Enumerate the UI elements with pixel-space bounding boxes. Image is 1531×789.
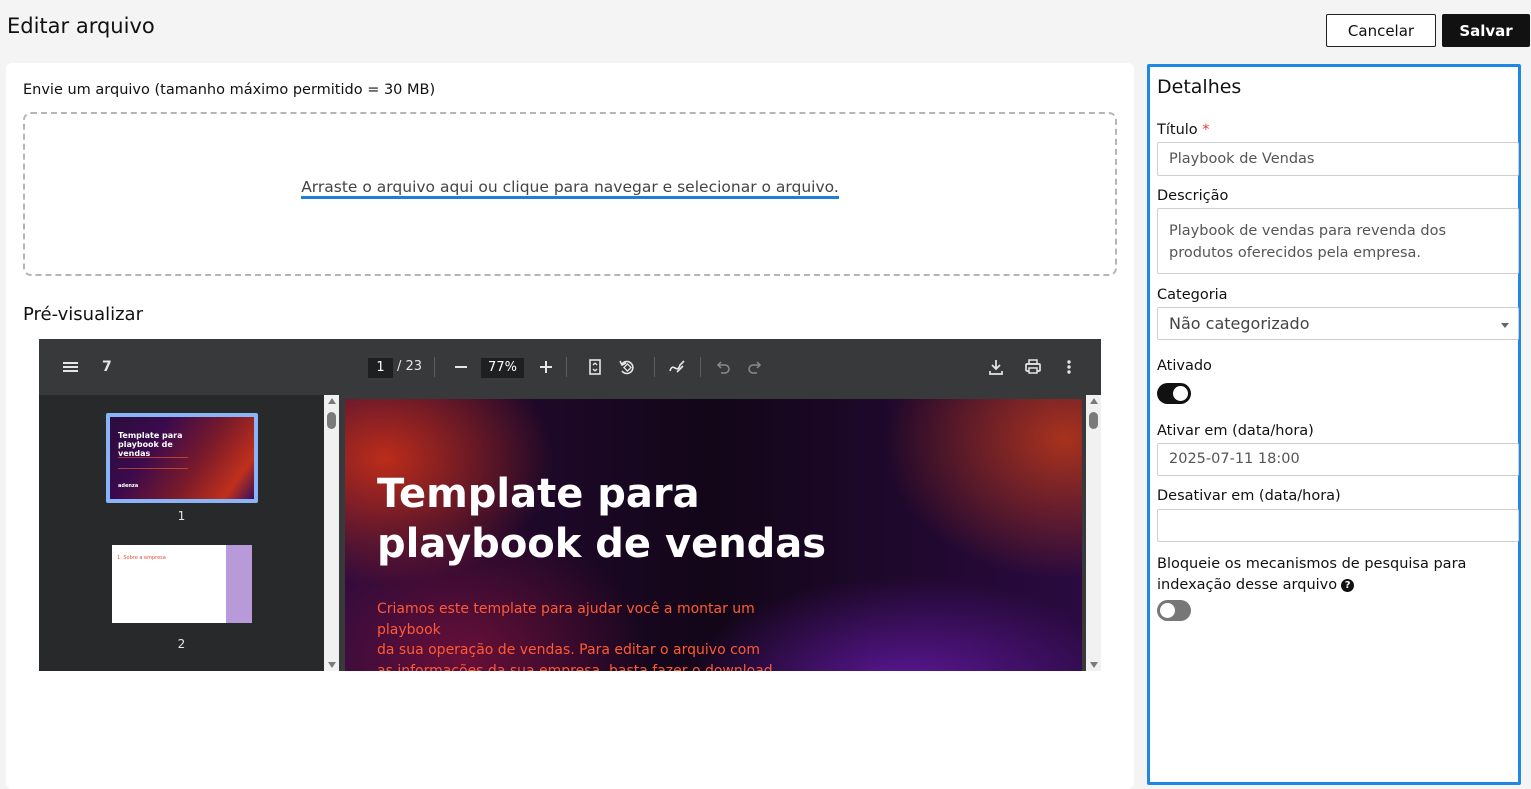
slide-body-line: as informações da sua empresa, basta faz…: [377, 662, 778, 672]
pen-icon[interactable]: [668, 357, 686, 377]
bloquear-label: Bloqueie os mecanismos de pesquisa para …: [1157, 554, 1466, 596]
bloquear-toggle[interactable]: [1157, 600, 1191, 621]
thumbnail-sidebar: Template para playbook de vendas adenza …: [39, 395, 324, 671]
slide-body-line: da sua operação de vendas. Para editar o…: [377, 642, 760, 658]
scroll-up-icon[interactable]: [328, 398, 336, 404]
thumbnail-decoration: [226, 545, 252, 623]
upload-label: Envie um arquivo (tamanho máximo permiti…: [23, 82, 436, 98]
rotate-icon[interactable]: [617, 357, 637, 377]
scrollbar-thumb[interactable]: [327, 412, 336, 429]
cancel-button[interactable]: Cancelar: [1326, 14, 1436, 47]
redo-icon[interactable]: [747, 357, 763, 377]
slide-body: Criamos este template para ajudar você a…: [377, 599, 807, 671]
desativar-label: Desativar em (data/hora): [1157, 488, 1341, 504]
total-pages: / 23: [397, 359, 423, 374]
toolbar-divider: [434, 357, 435, 377]
thumbnail-count: 7: [102, 359, 112, 375]
slide-title-line: playbook de vendas: [377, 521, 827, 567]
scroll-down-icon[interactable]: [328, 662, 336, 668]
page-thumbnail-1[interactable]: Template para playbook de vendas adenza: [106, 413, 258, 503]
more-vertical-icon[interactable]: [1064, 357, 1074, 377]
page-number-input[interactable]: 1: [368, 358, 393, 378]
undo-icon[interactable]: [715, 357, 731, 377]
pdf-toolbar: 7 1 / 23 77%: [39, 339, 1101, 395]
ativado-toggle[interactable]: [1157, 383, 1191, 404]
toolbar-divider: [700, 357, 701, 377]
slide-title-line: Template para: [377, 471, 700, 517]
toggle-knob: [1173, 386, 1188, 401]
page-scrollbar[interactable]: [1086, 395, 1101, 671]
toolbar-divider: [654, 357, 655, 377]
page-thumbnail-2[interactable]: 1. Sobre a empresa: [112, 545, 252, 623]
upload-card: Envie um arquivo (tamanho máximo permiti…: [6, 63, 1134, 789]
minus-icon[interactable]: [454, 357, 468, 377]
titulo-label-text: Título: [1157, 122, 1198, 138]
zoom-level[interactable]: 77%: [481, 358, 524, 378]
scrollbar-thumb[interactable]: [1089, 412, 1098, 429]
details-panel: Detalhes Título * Playbook de Vendas Des…: [1147, 64, 1521, 785]
file-dropzone[interactable]: Arraste o arquivo aqui ou clique para na…: [23, 112, 1117, 276]
preview-label: Pré-visualizar: [23, 304, 143, 325]
thumbnail-number: 1: [177, 509, 186, 523]
plus-icon[interactable]: [539, 357, 553, 377]
toggle-knob: [1160, 603, 1175, 618]
bloquear-label-line: indexação desse arquivo: [1157, 577, 1338, 593]
download-icon[interactable]: [988, 357, 1004, 377]
desativar-datetime-input[interactable]: [1157, 509, 1519, 542]
descricao-textarea[interactable]: Playbook de vendas para revenda dos prod…: [1157, 208, 1519, 274]
scroll-up-icon[interactable]: [1090, 398, 1098, 404]
help-icon[interactable]: ?: [1341, 579, 1355, 592]
scroll-down-icon[interactable]: [1090, 662, 1098, 668]
pdf-viewer: 7 1 / 23 77% Template para playbook de v…: [39, 339, 1101, 671]
thumbnail-logo: adenza: [118, 483, 139, 489]
categoria-value: Não categorizado: [1169, 314, 1310, 333]
titulo-label: Título *: [1157, 122, 1210, 138]
chevron-down-icon: [1501, 323, 1509, 328]
menu-icon[interactable]: [62, 357, 80, 377]
save-button[interactable]: Salvar: [1442, 14, 1530, 47]
page-title: Editar arquivo: [7, 14, 155, 38]
bloquear-label-line: Bloqueie os mecanismos de pesquisa para: [1157, 556, 1467, 572]
thumbnail-title: 1. Sobre a empresa: [117, 555, 166, 561]
slide-title: Template para playbook de vendas: [377, 469, 826, 569]
dropzone-text[interactable]: Arraste o arquivo aqui ou clique para na…: [301, 178, 839, 199]
toolbar-divider: [566, 357, 567, 377]
fit-page-icon[interactable]: [588, 357, 602, 377]
required-marker: *: [1202, 122, 1210, 138]
ativar-datetime-input[interactable]: 2025-07-11 18:00: [1157, 443, 1519, 476]
descricao-label: Descrição: [1157, 188, 1229, 204]
sidebar-scrollbar[interactable]: [324, 395, 339, 671]
details-title: Detalhes: [1157, 76, 1242, 98]
pdf-page: Template para playbook de vendas Criamos…: [345, 399, 1082, 671]
slide-body-line: Criamos este template para ajudar você a…: [377, 601, 755, 638]
categoria-select[interactable]: Não categorizado: [1157, 307, 1519, 340]
titulo-input[interactable]: Playbook de Vendas: [1157, 142, 1519, 176]
thumbnail-title: Template para playbook de vendas: [118, 431, 183, 458]
ativar-label: Ativar em (data/hora): [1157, 423, 1314, 439]
print-icon[interactable]: [1024, 357, 1042, 377]
categoria-label: Categoria: [1157, 287, 1228, 303]
thumbnail-text-lines: [118, 457, 188, 469]
thumbnail-number: 2: [177, 637, 186, 651]
ativado-label: Ativado: [1157, 358, 1212, 374]
